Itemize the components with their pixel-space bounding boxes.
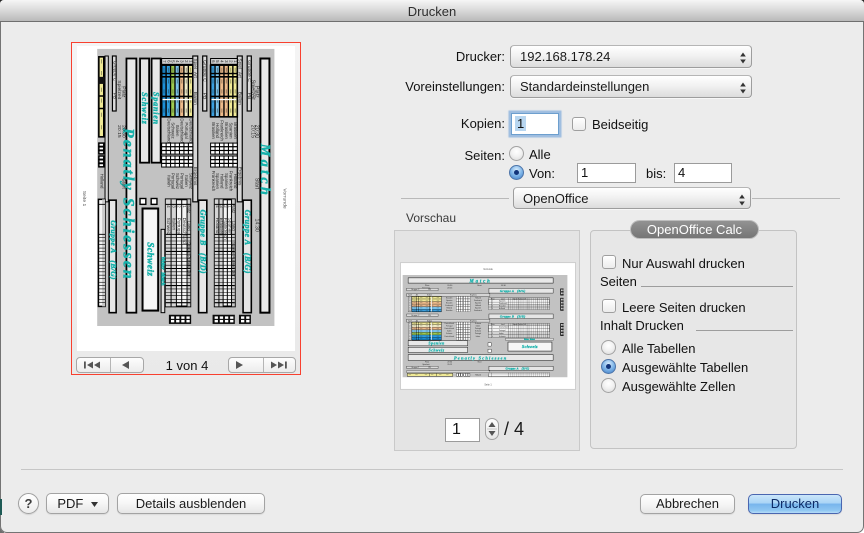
- svg-text:Schweiz: Schweiz: [522, 344, 538, 349]
- svg-text:20:15: 20:15: [249, 125, 255, 138]
- svg-text:Schweiz: Schweiz: [446, 333, 452, 335]
- svg-text:Frankreich: Frankreich: [211, 171, 216, 192]
- svg-text:7: 7: [409, 338, 410, 340]
- svg-text:Holland: Holland: [215, 218, 220, 234]
- svg-text:Vorrunde: Vorrunde: [281, 188, 287, 209]
- svg-text:20:30: 20:30: [447, 285, 453, 287]
- svg-text:20:30: 20:30: [447, 362, 452, 364]
- svg-text:Gruppe C: Gruppe C: [112, 61, 117, 82]
- svg-text:Ballon: Ballon: [238, 92, 243, 105]
- svg-text:Gruppe C: Gruppe C: [411, 367, 419, 369]
- svg-text:Italien: Italien: [166, 175, 171, 187]
- svg-text:Spanien: Spanien: [475, 302, 481, 304]
- svg-text:Land: Land: [501, 298, 505, 300]
- svg-text:14:30: 14:30: [253, 219, 259, 232]
- svg-text:Gruppe C: Gruppe C: [246, 60, 252, 82]
- svg-text:Seite 1: Seite 1: [81, 191, 87, 207]
- svg-text:6: 6: [409, 310, 410, 312]
- svg-text:5: 5: [409, 333, 410, 335]
- svg-text:Schweiz: Schweiz: [140, 92, 149, 125]
- svg-text:PB: PB: [202, 93, 208, 100]
- svg-text:Vorrunde: Vorrunde: [483, 268, 493, 271]
- svg-text:PB: PB: [246, 93, 252, 100]
- svg-text:6: 6: [409, 336, 410, 338]
- svg-text:Gruppe A (B/G): Gruppe A (B/G): [243, 210, 252, 274]
- svg-text:Frankreich: Frankreich: [474, 300, 482, 302]
- svg-text:Brasilien: Brasilien: [446, 310, 452, 312]
- svg-text:Schweiz: Schweiz: [144, 242, 154, 276]
- svg-text:Holland: Holland: [475, 305, 481, 307]
- svg-text:Schweiz: Schweiz: [475, 331, 481, 333]
- svg-text:4: 4: [492, 336, 493, 338]
- svg-text:Holland: Holland: [499, 308, 505, 310]
- svg-text:Holland: Holland: [475, 374, 481, 376]
- svg-text:PB: PB: [112, 93, 117, 99]
- svg-text:Penatly Schiessen: Penatly Schiessen: [120, 128, 137, 281]
- svg-text:Spanien: Spanien: [475, 308, 481, 310]
- svg-text:Gruppe A (B/G): Gruppe A (B/G): [500, 289, 526, 293]
- svg-text:Schweiz: Schweiz: [429, 348, 445, 352]
- svg-text:Land: Land: [501, 324, 505, 326]
- svg-text:2: 2: [409, 326, 410, 328]
- svg-text:Spanien: Spanien: [152, 92, 161, 125]
- svg-text:20:15: 20:15: [116, 125, 122, 138]
- svg-text:20:15: 20:15: [447, 364, 452, 366]
- svg-text:Deutschland: Deutschland: [182, 218, 187, 244]
- svg-text:20:15: 20:15: [447, 287, 453, 289]
- svg-text:2: 2: [409, 300, 410, 302]
- svg-text:Ballon: Ballon: [193, 92, 198, 105]
- svg-text:Weiter Match: Weiter Match: [160, 256, 165, 285]
- svg-text:Holland: Holland: [475, 297, 481, 299]
- svg-text:Art: Art: [238, 72, 243, 79]
- svg-text:Brasilien: Brasilien: [446, 302, 452, 304]
- svg-text:Portugal: Portugal: [177, 218, 182, 235]
- svg-text:Holland: Holland: [99, 174, 104, 189]
- svg-text:Gruppe B (B/D): Gruppe B (B/D): [500, 315, 526, 319]
- svg-text:4: 4: [492, 308, 493, 310]
- svg-text:Frankreich: Frankreich: [445, 305, 453, 307]
- svg-text:Seite 1: Seite 1: [484, 383, 492, 386]
- svg-text:Gruppe A (B/G): Gruppe A (B/G): [109, 220, 118, 280]
- svg-text:Match: Match: [469, 280, 492, 285]
- svg-text:Gruppe B (B/D): Gruppe B (B/D): [199, 210, 208, 274]
- svg-text:5: 5: [409, 308, 410, 310]
- svg-text:3: 3: [409, 328, 410, 330]
- svg-text:Italien: Italien: [171, 218, 176, 231]
- svg-text:Holland: Holland: [446, 308, 452, 310]
- svg-text:Gruppe A (B/G): Gruppe A (B/G): [506, 366, 530, 370]
- svg-text:Gruppe C: Gruppe C: [202, 60, 208, 82]
- svg-text:Frankreich: Frankreich: [474, 310, 482, 312]
- svg-text:4: 4: [409, 331, 410, 333]
- svg-text:14:30: 14:30: [501, 285, 507, 287]
- svg-text:Start: Start: [120, 178, 126, 189]
- svg-text:Brasilien: Brasilien: [211, 122, 216, 139]
- svg-text:Schweiz: Schweiz: [166, 218, 171, 236]
- svg-text:Deutschland: Deutschland: [166, 118, 171, 143]
- svg-text:3: 3: [409, 302, 410, 304]
- svg-text:Spanien: Spanien: [446, 300, 452, 302]
- svg-text:1: 1: [409, 323, 410, 325]
- svg-text:Art: Art: [193, 72, 198, 79]
- svg-text:Ergebnis: Ergebnis: [470, 320, 477, 322]
- svg-text:Spanien: Spanien: [429, 342, 445, 346]
- svg-text:1: 1: [409, 297, 410, 299]
- svg-text:Start: Start: [253, 178, 259, 190]
- svg-text:4: 4: [409, 305, 410, 307]
- svg-text:Schweiz: Schweiz: [499, 336, 506, 338]
- svg-text:Match: Match: [257, 143, 273, 198]
- svg-text:Schweiz: Schweiz: [475, 323, 481, 325]
- svg-text:Ergebnis: Ergebnis: [470, 295, 477, 297]
- svg-text:Penatly Schiessen: Penatly Schiessen: [454, 356, 508, 361]
- svg-text:Brasilien: Brasilien: [446, 297, 452, 299]
